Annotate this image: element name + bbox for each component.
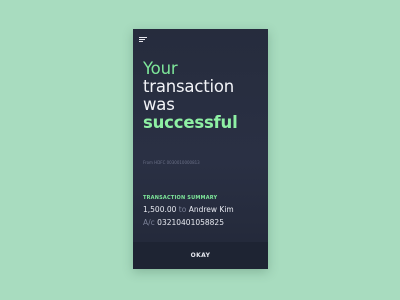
summary-amount-line: 1,500.00 to Andrew Kim: [143, 205, 234, 214]
menu-icon-bar: [139, 37, 147, 38]
headline-line-1: Your: [143, 59, 178, 78]
transaction-amount: 1,500.00: [143, 205, 177, 214]
menu-icon-bar: [139, 39, 145, 40]
account-number: 03210401058825: [157, 218, 224, 227]
hamburger-menu-icon[interactable]: [139, 37, 147, 43]
recipient-name: Andrew Kim: [188, 205, 234, 214]
transaction-success-screen: Your transaction was successful From HDF…: [133, 29, 268, 269]
okay-button[interactable]: OKAY: [133, 242, 268, 269]
transaction-summary-heading: TRANSACTION SUMMARY: [143, 195, 218, 201]
okay-button-label: OKAY: [190, 252, 211, 259]
account-prefix: A/c: [143, 218, 155, 227]
headline-line-3: was: [143, 95, 175, 114]
from-account-text: From HDFC 0030010000813: [143, 160, 200, 165]
headline-line-2: transaction: [143, 77, 235, 96]
success-headline: Your transaction was successful: [143, 60, 263, 132]
to-word: to: [178, 205, 187, 214]
summary-account-line: A/c 03210401058825: [143, 218, 224, 227]
menu-icon-bar: [139, 41, 143, 42]
headline-line-4: successful: [143, 113, 238, 132]
